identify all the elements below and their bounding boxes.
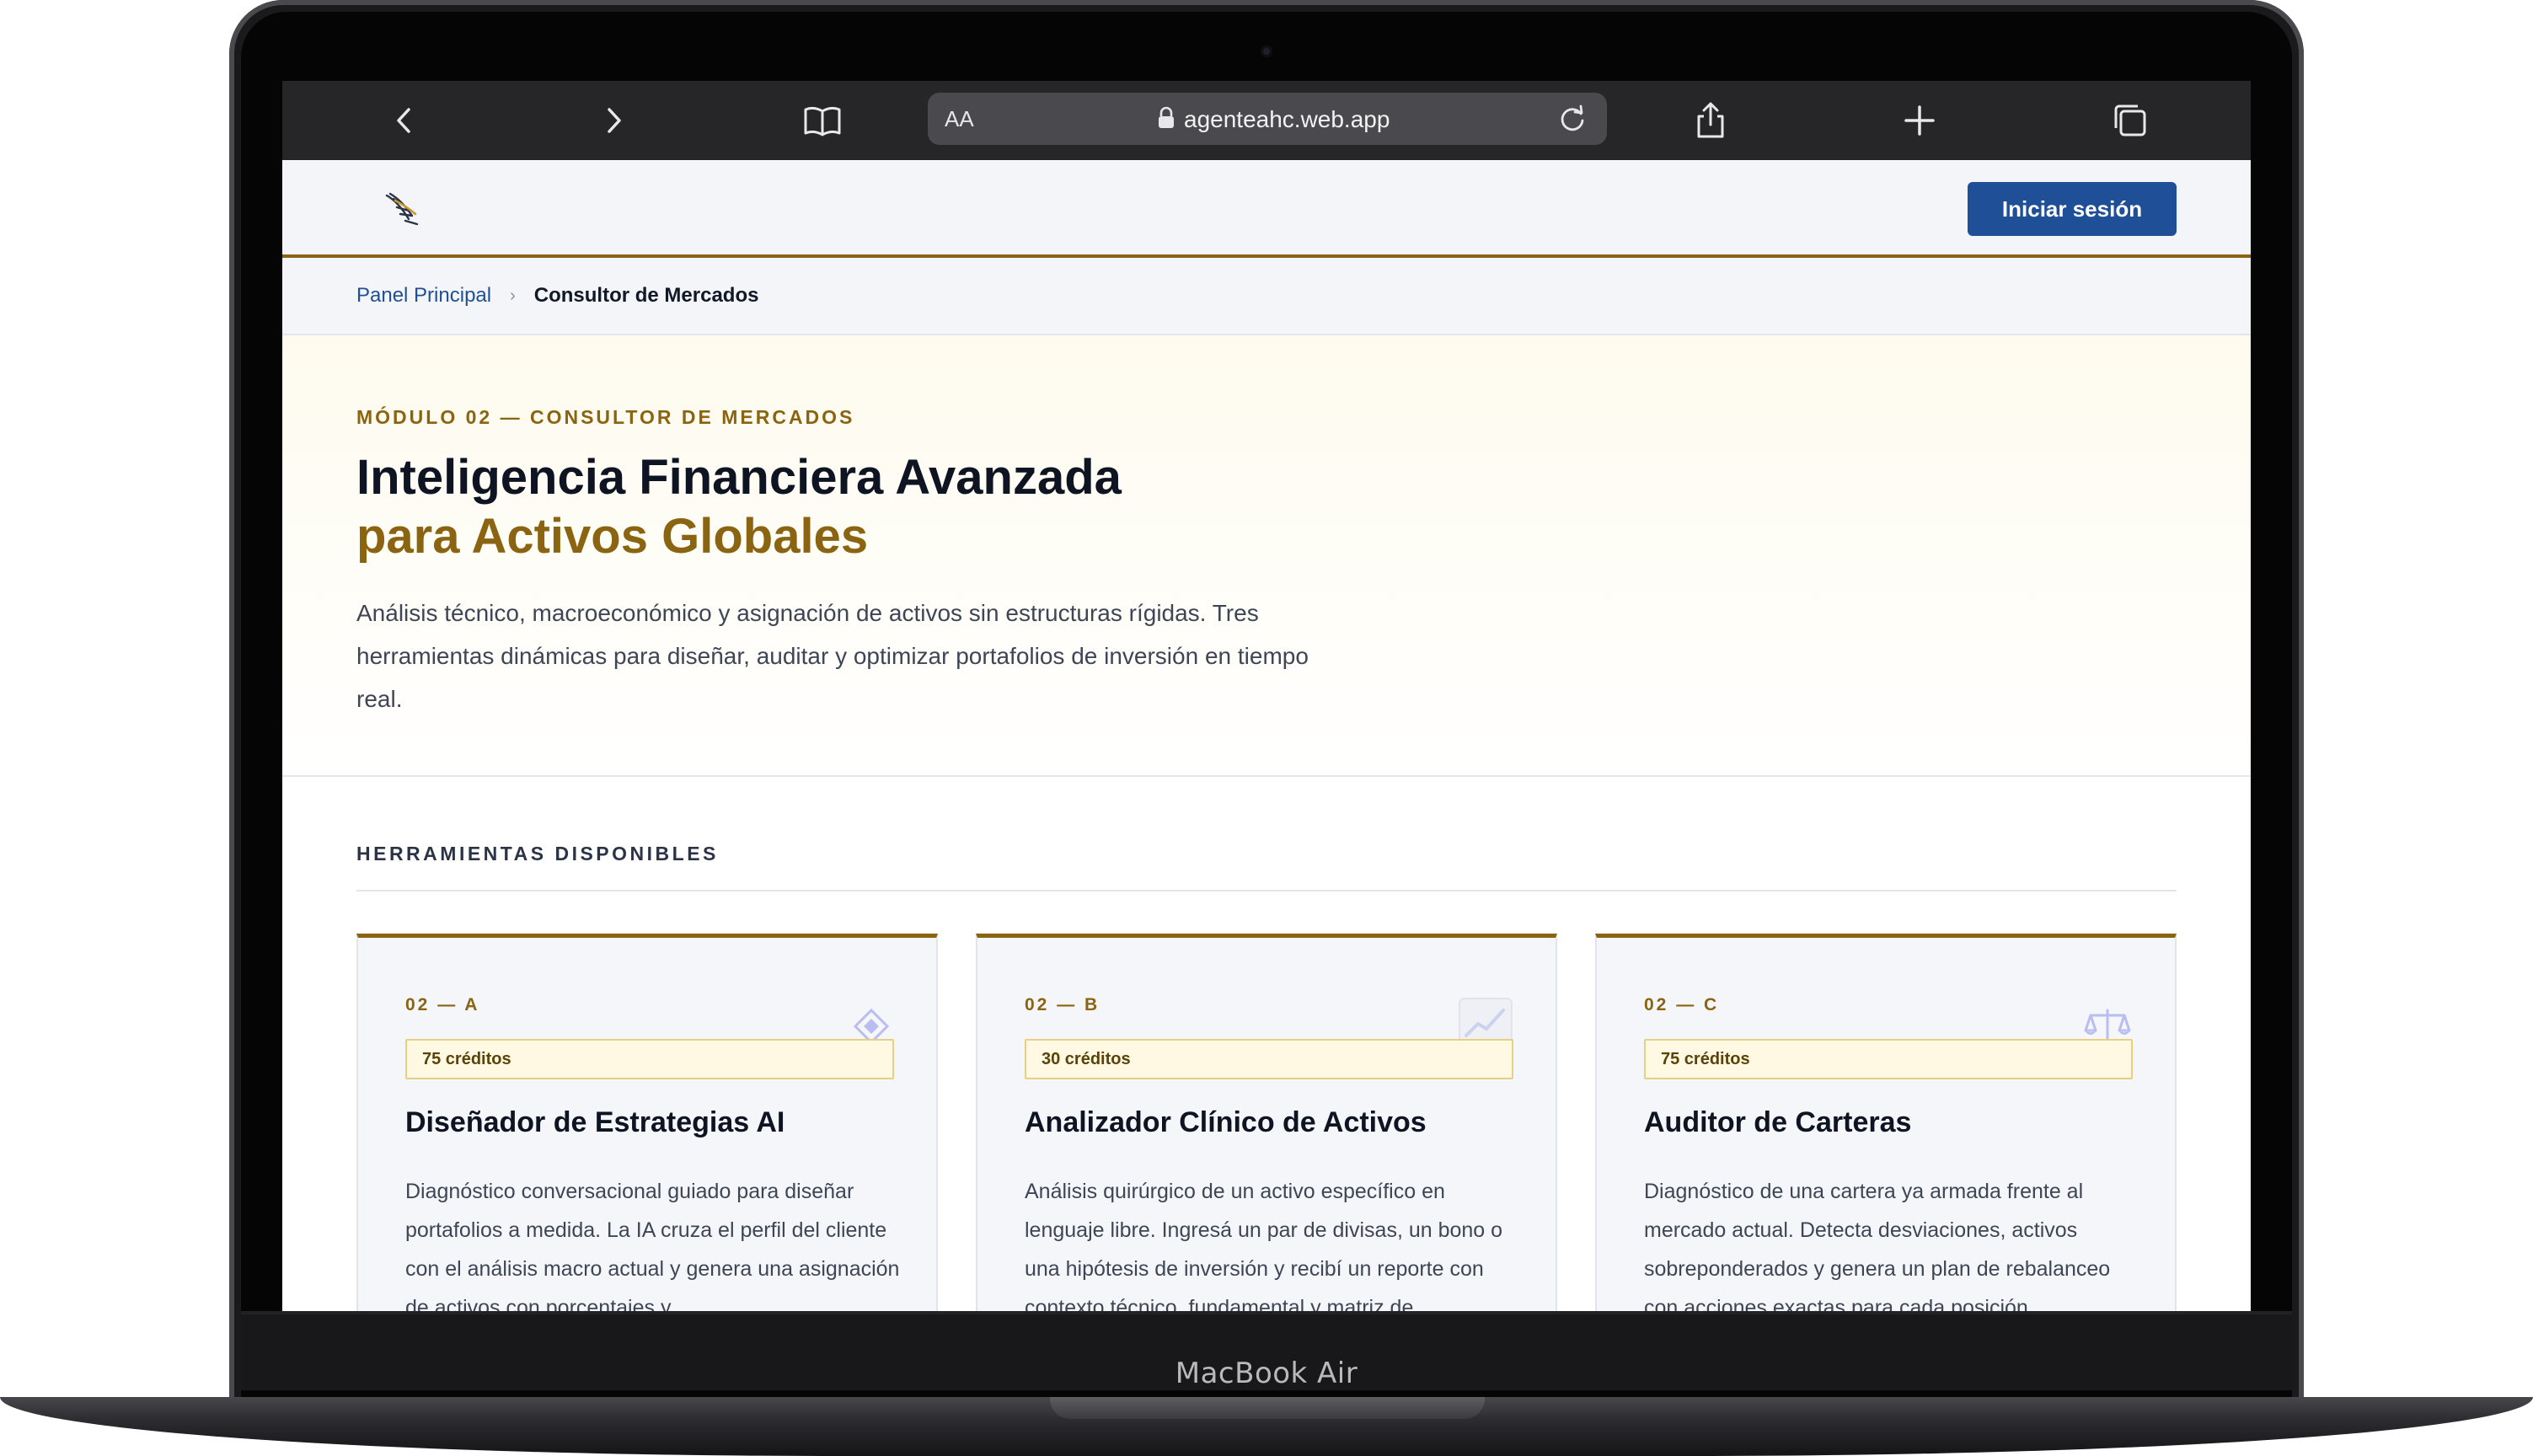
camera-icon	[1261, 46, 1272, 57]
credits-badge: 75 créditos	[1644, 1039, 2133, 1079]
reload-icon[interactable]	[1556, 103, 1588, 135]
card-description: Diagnóstico conversacional guiado para d…	[405, 1180, 900, 1311]
chevron-left-icon[interactable]	[383, 99, 426, 142]
card-title: Auditor de Carteras	[1644, 1106, 1912, 1138]
login-button[interactable]: Iniciar sesión	[1968, 182, 2177, 236]
tabs-icon[interactable]	[2109, 99, 2151, 142]
card-code: 02 — A	[405, 995, 480, 1014]
card-code: 02 — C	[1644, 995, 1720, 1014]
tool-card-strategy-designer[interactable]: 02 — A 75 créditos Diseñador de Estrateg…	[356, 934, 938, 1311]
plus-icon[interactable]	[1898, 99, 1941, 142]
hero-description: Análisis técnico, macroeconómico y asign…	[356, 600, 1309, 712]
section-divider	[356, 890, 2177, 891]
tool-card-portfolio-auditor[interactable]: 02 — C 75 créditos Auditor de Carteras D…	[1595, 934, 2177, 1311]
laptop-hinge-notch	[1050, 1397, 1485, 1419]
card-description: Análisis quirúrgico de un activo específ…	[1025, 1180, 1503, 1311]
card-title: Diseñador de Estrategias AI	[405, 1106, 785, 1138]
breadcrumb-separator: ›	[510, 286, 516, 305]
card-title: Analizador Clínico de Activos	[1025, 1106, 1427, 1138]
page-title-line2: para Activos Globales	[356, 509, 869, 564]
credits-badge: 30 créditos	[1025, 1039, 1513, 1079]
page-title-line1: Inteligencia Financiera Avanzada	[356, 450, 1122, 505]
book-icon[interactable]	[801, 99, 843, 142]
address-bar[interactable]: AA agenteahc.web.app	[928, 93, 1607, 145]
page-title: Inteligencia Financiera Avanzada para Ac…	[356, 448, 1122, 566]
credits-badge: 75 créditos	[405, 1039, 894, 1079]
card-code: 02 — B	[1025, 995, 1100, 1014]
module-kicker: MÓDULO 02 — CONSULTOR DE MERCADOS	[356, 406, 855, 428]
site-header: Iniciar sesión	[282, 160, 2251, 258]
tools-section-label: HERRAMIENTAS DISPONIBLES	[356, 843, 719, 864]
lock-icon	[1159, 106, 1174, 128]
breadcrumb-parent-link[interactable]: Panel Principal	[356, 284, 491, 308]
tool-card-asset-analyzer[interactable]: 02 — B 30 créditos Analizador Clínico de…	[976, 934, 1557, 1311]
text-size-button[interactable]: AA	[945, 106, 974, 132]
logo-icon[interactable]	[383, 190, 422, 229]
device-label: MacBook Air	[1175, 1357, 1358, 1390]
card-description: Diagnóstico de una cartera ya armada fre…	[1644, 1180, 2111, 1311]
chevron-right-icon[interactable]	[592, 99, 635, 142]
hero-section: MÓDULO 02 — CONSULTOR DE MERCADOS Inteli…	[282, 335, 2251, 777]
browser-toolbar: AA agenteahc.web.app	[282, 81, 2251, 160]
screen: AA agenteahc.web.app Iniciar sesión Pane…	[282, 81, 2251, 1311]
share-icon[interactable]	[1690, 99, 1732, 142]
breadcrumb-current: Consultor de Mercados	[533, 284, 759, 307]
url-text[interactable]: agenteahc.web.app	[1184, 106, 1390, 133]
breadcrumb: Panel Principal › Consultor de Mercados	[282, 258, 2251, 335]
